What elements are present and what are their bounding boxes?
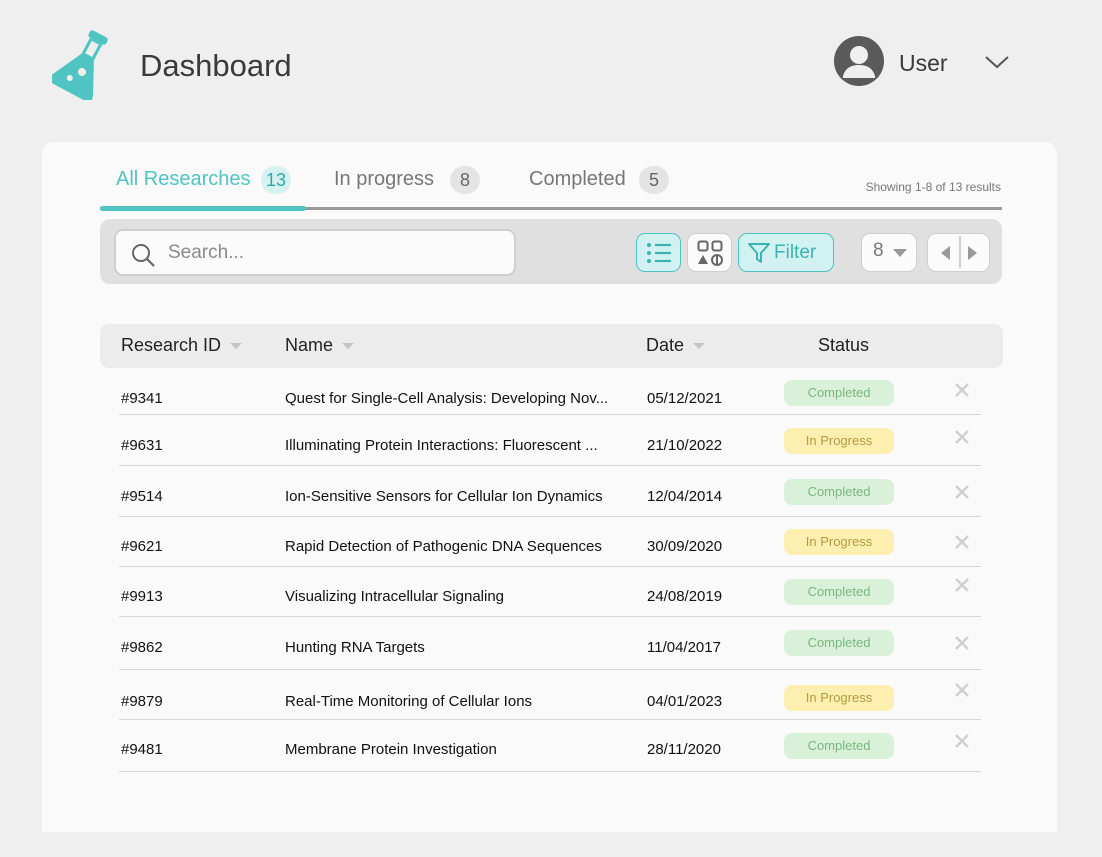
- research-id-cell: #9913: [121, 588, 163, 605]
- research-date-cell: 11/04/2017: [647, 639, 721, 656]
- research-date-cell: 05/12/2021: [647, 390, 723, 407]
- sort-icon: [230, 343, 243, 350]
- app-header: Dashboard User: [0, 0, 1102, 130]
- chevron-down-icon[interactable]: [984, 54, 1010, 70]
- research-id-cell: #9631: [121, 437, 163, 454]
- status-badge: Completed: [784, 733, 894, 759]
- avatar-icon: [834, 36, 884, 86]
- tab-label: In progress: [334, 168, 435, 190]
- status-badge: Completed: [784, 579, 894, 605]
- research-id-cell: #9341: [121, 390, 163, 407]
- grid-view-button[interactable]: [687, 233, 732, 272]
- table-row[interactable]: #9514 Ion-Sensitive Sensors for Cellular …: [119, 467, 981, 517]
- delete-icon[interactable]: [954, 484, 970, 500]
- tab-completed[interactable]: Completed 5: [529, 166, 674, 210]
- table-row[interactable]: #9631 Illuminating Protein Interactions: …: [119, 416, 981, 466]
- tab-count: 13: [261, 166, 291, 194]
- research-date-cell: 28/11/2020: [647, 741, 721, 758]
- next-page-icon[interactable]: [966, 245, 980, 261]
- tab-count: 8: [450, 166, 480, 194]
- column-header-date[interactable]: Date: [646, 335, 706, 356]
- tab-count: 5: [639, 166, 669, 194]
- tab-in-progress[interactable]: In progress 8: [334, 166, 484, 210]
- column-header-research-id[interactable]: Research ID: [121, 335, 243, 356]
- column-label: Name: [285, 335, 334, 355]
- status-badge: In Progress: [784, 428, 894, 454]
- research-name-cell: Ion-Sensitive Sensors for Cellular Ion D…: [285, 488, 603, 505]
- research-name-cell: Illuminating Protein Interactions: Fluor…: [285, 437, 598, 454]
- sort-icon: [693, 343, 706, 350]
- table-row[interactable]: #9879 Real-Time Monitoring of Cellular Io…: [119, 670, 981, 720]
- column-header-name[interactable]: Name: [285, 335, 355, 356]
- pagination-control: [927, 233, 990, 272]
- research-date-cell: 24/08/2019: [647, 588, 723, 605]
- filter-button[interactable]: Filter: [738, 233, 834, 272]
- delete-icon[interactable]: [954, 733, 970, 749]
- filter-label: Filter: [774, 242, 817, 263]
- delete-icon[interactable]: [954, 682, 970, 698]
- status-badge: Completed: [784, 479, 894, 505]
- research-name-cell: Quest for Single-Cell Analysis: Developi…: [285, 390, 609, 407]
- research-name-cell: Visualizing Intracellular Signaling: [285, 588, 505, 605]
- search-icon: [132, 244, 155, 267]
- research-date-cell: 04/01/2023: [647, 693, 723, 710]
- tab-all-researches[interactable]: All Researches 13: [116, 166, 296, 210]
- research-date-cell: 30/09/2020: [647, 538, 723, 555]
- column-label: Status: [818, 335, 870, 355]
- table-row[interactable]: #9913 Visualizing Intracellular Signaling…: [119, 567, 981, 617]
- column-label: Date: [646, 335, 685, 355]
- research-name-cell: Hunting RNA Targets: [285, 639, 425, 656]
- caret-down-icon: [893, 249, 907, 257]
- research-name-cell: Membrane Protein Investigation: [285, 741, 497, 758]
- table-row[interactable]: #9621 Rapid Detection of Pathogenic DNA S…: [119, 517, 981, 567]
- pagination-divider: [959, 236, 961, 268]
- prev-page-icon[interactable]: [938, 245, 952, 261]
- sort-icon: [342, 343, 355, 350]
- status-badge: Completed: [784, 630, 894, 656]
- table-row[interactable]: #9862 Hunting RNA Targets 11/04/2017 Comple…: [119, 618, 981, 670]
- user-name: User: [899, 50, 948, 76]
- tab-label: Completed: [529, 168, 626, 190]
- delete-icon[interactable]: [954, 577, 970, 593]
- active-tab-indicator: [100, 206, 306, 211]
- per-page-select[interactable]: 8: [861, 233, 917, 272]
- column-header-status: Status: [818, 335, 869, 356]
- research-id-cell: #9514: [121, 488, 163, 505]
- research-name-cell: Real-Time Monitoring of Cellular Ions: [285, 693, 533, 710]
- status-badge: Completed: [784, 380, 894, 406]
- delete-icon[interactable]: [954, 382, 970, 398]
- footer-band: [0, 832, 1102, 857]
- results-info: Showing 1-8 of 13 results: [865, 180, 1001, 194]
- page-title: Dashboard: [140, 48, 292, 83]
- delete-icon[interactable]: [954, 635, 970, 651]
- search-input[interactable]: [168, 239, 498, 267]
- table-row[interactable]: #9481 Membrane Protein Investigation 28/11…: [119, 720, 981, 772]
- flask-icon: [52, 30, 108, 100]
- research-id-cell: #9879: [121, 693, 163, 710]
- user-menu[interactable]: User: [834, 36, 1014, 86]
- filter-icon: [748, 243, 770, 263]
- research-card: All Researches 13 In progress 8 Complete…: [42, 142, 1057, 832]
- delete-icon[interactable]: [954, 429, 970, 445]
- toolbar: Filter 8: [100, 219, 1002, 284]
- research-date-cell: 12/04/2014: [647, 488, 723, 505]
- search-box: [114, 229, 516, 276]
- list-view-button[interactable]: [636, 233, 681, 272]
- tab-label: All Researches: [116, 168, 251, 190]
- research-name-cell: Rapid Detection of Pathogenic DNA Sequen…: [285, 538, 602, 555]
- status-badge: In Progress: [784, 529, 894, 555]
- column-label: Research ID: [121, 335, 222, 355]
- research-id-cell: #9481: [121, 741, 163, 758]
- research-id-cell: #9862: [121, 639, 163, 656]
- status-badge: In Progress: [784, 685, 894, 711]
- research-id-cell: #9621: [121, 538, 163, 555]
- per-page-value: 8: [873, 240, 884, 261]
- list-view-icon: [647, 243, 671, 263]
- table-row[interactable]: #9341 Quest for Single-Cell Analysis: Dev…: [119, 365, 981, 415]
- table-header: Research ID Name Date Status: [100, 324, 1003, 368]
- delete-icon[interactable]: [954, 534, 970, 550]
- grid-view-icon: [697, 240, 723, 266]
- research-date-cell: 21/10/2022: [647, 437, 723, 454]
